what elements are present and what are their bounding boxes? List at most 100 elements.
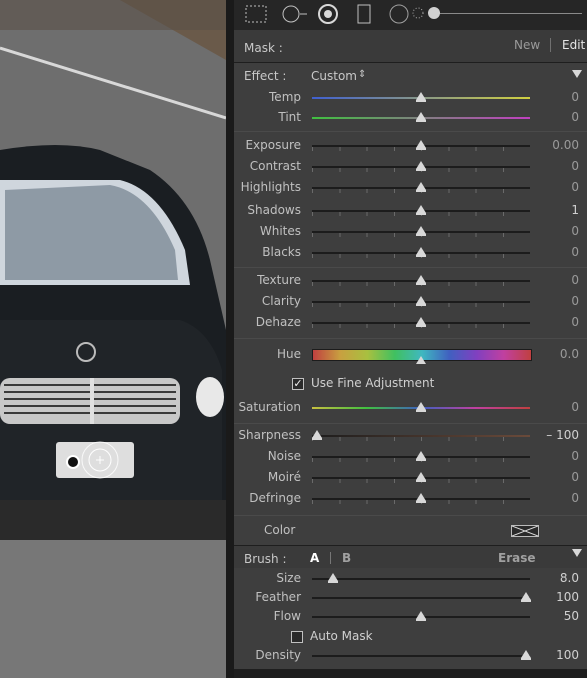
- slider-blacks[interactable]: Blacks 0: [234, 243, 587, 263]
- effect-preset-dropdown[interactable]: Custom: [311, 69, 357, 83]
- brush-collapse-triangle-icon[interactable]: [572, 549, 582, 557]
- slider-shadows[interactable]: Shadows 1: [234, 201, 587, 221]
- slider-knob[interactable]: [416, 182, 426, 190]
- slider-value[interactable]: – 100: [546, 428, 579, 442]
- mask-edit-button[interactable]: Edit: [562, 38, 585, 52]
- slider-tint[interactable]: Tint 0: [234, 108, 587, 128]
- slider-knob[interactable]: [416, 140, 426, 148]
- auto-mask-checkbox[interactable]: [291, 631, 303, 643]
- slider-temp[interactable]: Temp 0: [234, 88, 587, 108]
- slider-knob-base: [416, 234, 426, 236]
- slider-label: Dehaze: [255, 315, 301, 329]
- slider-knob-base: [416, 304, 426, 306]
- slider-texture[interactable]: Texture 0: [234, 271, 587, 291]
- hue-knob[interactable]: [416, 356, 426, 364]
- fine-adjustment-checkbox[interactable]: ✓: [292, 378, 304, 390]
- graduated-filter-icon[interactable]: [352, 4, 376, 24]
- mask-row: Mask : New Edit: [234, 30, 587, 63]
- slider-value[interactable]: 50: [564, 609, 579, 623]
- fine-adjustment-row[interactable]: ✓ Use Fine Adjustment: [234, 376, 587, 396]
- color-row[interactable]: Color: [234, 520, 587, 540]
- slider-value[interactable]: 100: [556, 590, 579, 604]
- slider-label: Size: [276, 571, 301, 585]
- slider-brush-flow[interactable]: Flow 50: [234, 607, 587, 627]
- temp-knob[interactable]: [416, 92, 426, 100]
- slider-clarity[interactable]: Clarity 0: [234, 292, 587, 312]
- slider-value[interactable]: 0: [571, 491, 579, 505]
- slider-moire[interactable]: Moiré 0: [234, 468, 587, 488]
- tint-knob[interactable]: [416, 112, 426, 120]
- slider-whites[interactable]: Whites 0: [234, 222, 587, 242]
- slider-knob[interactable]: [416, 451, 426, 459]
- slider-value[interactable]: 100: [556, 648, 579, 662]
- toolbar-slider-knob[interactable]: [428, 7, 440, 19]
- circle-icon[interactable]: [387, 4, 411, 24]
- slider-knob[interactable]: [416, 226, 426, 234]
- slider-value[interactable]: 0: [571, 90, 579, 104]
- slider-knob[interactable]: [328, 573, 338, 581]
- slider-highlights[interactable]: Highlights 0: [234, 178, 587, 198]
- slider-knob[interactable]: [416, 317, 426, 325]
- slider-value[interactable]: 0: [571, 180, 579, 194]
- slider-knob[interactable]: [416, 402, 426, 410]
- slider-brush-density[interactable]: Density 100: [234, 646, 587, 666]
- photo-canvas[interactable]: [0, 0, 226, 678]
- slider-knob[interactable]: [312, 430, 322, 438]
- slider-defringe[interactable]: Defringe 0: [234, 489, 587, 509]
- toolbar-slider-track[interactable]: [434, 13, 582, 14]
- slider-knob[interactable]: [416, 493, 426, 501]
- slider-value[interactable]: 0.0: [560, 347, 579, 361]
- slider-brush-feather[interactable]: Feather 100: [234, 588, 587, 608]
- grid-select-icon[interactable]: [244, 4, 268, 24]
- slider-contrast[interactable]: Contrast 0: [234, 157, 587, 177]
- slider-value[interactable]: 0: [571, 273, 579, 287]
- auto-mask-label[interactable]: Auto Mask: [310, 629, 373, 643]
- collapse-triangle-icon[interactable]: [572, 70, 582, 78]
- slider-value[interactable]: 0: [571, 245, 579, 259]
- brush-b-button[interactable]: B: [342, 551, 351, 565]
- slider-knob[interactable]: [416, 611, 426, 619]
- slider-value[interactable]: 0: [571, 110, 579, 124]
- slider-value[interactable]: 0: [571, 224, 579, 238]
- slider-knob[interactable]: [416, 247, 426, 255]
- radial-add-icon[interactable]: [280, 4, 308, 24]
- slider-dehaze[interactable]: Dehaze 0: [234, 313, 587, 333]
- slider-track[interactable]: [312, 655, 530, 657]
- slider-track[interactable]: [312, 578, 530, 580]
- slider-label: Saturation: [238, 400, 301, 414]
- slider-noise[interactable]: Noise 0: [234, 447, 587, 467]
- auto-mask-row[interactable]: Auto Mask: [234, 628, 587, 648]
- slider-sharpness[interactable]: Sharpness – 100: [234, 426, 587, 446]
- slider-value[interactable]: 0: [571, 470, 579, 484]
- slider-saturation[interactable]: Saturation 0: [234, 398, 587, 418]
- brush-erase-button[interactable]: Erase: [498, 551, 536, 565]
- mask-new-button[interactable]: New: [514, 38, 540, 52]
- slider-knob[interactable]: [416, 296, 426, 304]
- slider-value[interactable]: 8.0: [560, 571, 579, 585]
- slider-knob-base: [416, 325, 426, 327]
- slider-value[interactable]: 0.00: [552, 138, 579, 152]
- slider-value[interactable]: 1: [571, 203, 579, 217]
- slider-value[interactable]: 0: [571, 159, 579, 173]
- slider-value[interactable]: 0: [571, 400, 579, 414]
- color-label: Color: [264, 523, 296, 537]
- slider-knob[interactable]: [416, 161, 426, 169]
- fine-adjustment-label[interactable]: Use Fine Adjustment: [311, 376, 434, 390]
- radial-filter-icon[interactable]: [316, 4, 340, 24]
- slider-value[interactable]: 0: [571, 315, 579, 329]
- brush-a-button[interactable]: A: [310, 551, 319, 565]
- slider-knob[interactable]: [416, 205, 426, 213]
- slider-knob[interactable]: [521, 592, 531, 600]
- slider-value[interactable]: 0: [571, 449, 579, 463]
- slider-hue[interactable]: Hue 0.0: [234, 345, 587, 365]
- slider-knob[interactable]: [416, 472, 426, 480]
- slider-knob[interactable]: [521, 650, 531, 658]
- slider-value[interactable]: 0: [571, 294, 579, 308]
- slider-brush-size[interactable]: Size 8.0: [234, 569, 587, 589]
- slider-knob[interactable]: [416, 275, 426, 283]
- slider-exposure[interactable]: Exposure 0.00: [234, 136, 587, 156]
- slider-knob-base: [416, 213, 426, 215]
- color-swatch-none-icon[interactable]: [511, 525, 539, 537]
- panel-divider[interactable]: [226, 0, 234, 678]
- slider-track[interactable]: [312, 597, 530, 599]
